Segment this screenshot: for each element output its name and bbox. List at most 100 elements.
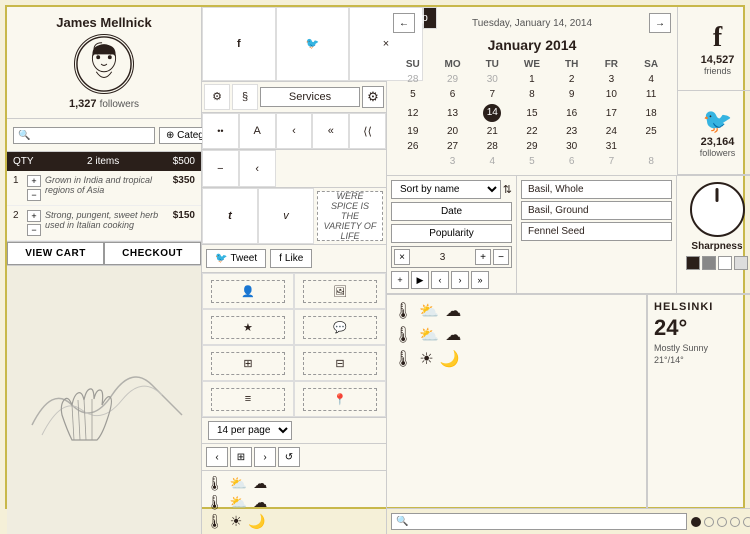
- services-input[interactable]: Services: [260, 87, 360, 107]
- gear-button[interactable]: ⚙: [362, 86, 384, 108]
- cal-day[interactable]: [393, 154, 433, 169]
- qty-decrease-2[interactable]: −: [27, 224, 41, 236]
- cal-day[interactable]: 8: [631, 154, 671, 169]
- cal-day[interactable]: 30: [552, 139, 592, 154]
- cal-day[interactable]: 11: [631, 87, 671, 102]
- tweet-button[interactable]: 🐦 Tweet: [206, 249, 266, 268]
- bottom-search-input[interactable]: [391, 513, 687, 530]
- media-end-button[interactable]: »: [471, 271, 489, 289]
- swatch-light[interactable]: [718, 256, 732, 270]
- vine-icon-cell[interactable]: v: [258, 188, 314, 244]
- cal-day[interactable]: [631, 139, 671, 154]
- cal-day[interactable]: 24: [592, 124, 632, 139]
- swatch-dark[interactable]: [686, 256, 700, 270]
- swatch-medium[interactable]: [702, 256, 716, 270]
- location-widget[interactable]: 📍: [294, 381, 386, 417]
- stepper-close-button[interactable]: ×: [394, 249, 410, 265]
- popularity-filter-button[interactable]: Popularity: [391, 224, 512, 243]
- qty-decrease-1[interactable]: −: [27, 189, 41, 201]
- cal-day[interactable]: 17: [592, 102, 632, 124]
- sharpness-knob[interactable]: [690, 182, 745, 237]
- prev-page-button[interactable]: ‹: [206, 447, 228, 467]
- cal-day[interactable]: 4: [631, 72, 671, 87]
- checkout-button[interactable]: CHECKOUT: [104, 242, 201, 265]
- spice-item-2[interactable]: Basil, Ground: [521, 201, 672, 220]
- cal-day[interactable]: 7: [592, 154, 632, 169]
- like-button[interactable]: f Like: [270, 249, 312, 268]
- cal-day[interactable]: 22: [512, 124, 552, 139]
- cal-day[interactable]: 16: [552, 102, 592, 124]
- per-page-select[interactable]: 7 per page 14 per page 28 per page: [208, 421, 292, 440]
- photo-widget[interactable]: 🖼: [294, 273, 386, 309]
- radio-dot-2[interactable]: [704, 517, 714, 527]
- swatch-pale[interactable]: [734, 256, 748, 270]
- radio-dot-1[interactable]: [691, 517, 701, 527]
- cal-day[interactable]: 30: [472, 72, 512, 87]
- cal-day[interactable]: 21: [472, 124, 512, 139]
- date-filter-button[interactable]: Date: [391, 202, 512, 221]
- share-icon-cell[interactable]: §: [232, 84, 258, 110]
- cal-day[interactable]: 3: [433, 154, 473, 169]
- star-widget[interactable]: ★: [202, 309, 294, 345]
- cal-day[interactable]: 10: [592, 87, 632, 102]
- cal-day[interactable]: 20: [433, 124, 473, 139]
- next-page-button[interactable]: ›: [254, 447, 276, 467]
- back2-icon-cell[interactable]: «: [312, 113, 349, 150]
- media-next-button[interactable]: ›: [451, 271, 469, 289]
- cal-day[interactable]: 28: [393, 72, 433, 87]
- cal-day[interactable]: 5: [512, 154, 552, 169]
- media-prev-button[interactable]: +: [391, 271, 409, 289]
- stepper-decrease-button[interactable]: −: [493, 249, 509, 265]
- twitter-icon-cell[interactable]: 🐦: [276, 7, 350, 81]
- cal-day[interactable]: 19: [393, 124, 433, 139]
- back-icon-cell[interactable]: ‹: [276, 113, 313, 150]
- cal-day[interactable]: 1: [512, 72, 552, 87]
- settings-icon-cell[interactable]: ⚙: [204, 84, 230, 110]
- list-widget[interactable]: ⊟: [294, 345, 386, 381]
- cal-prev-button[interactable]: ←: [393, 13, 415, 33]
- text-icon-cell[interactable]: A: [239, 113, 276, 150]
- ellipsis-icon-cell[interactable]: ••: [202, 113, 239, 150]
- minus-icon-cell[interactable]: −: [202, 150, 239, 187]
- cal-day[interactable]: 29: [433, 72, 473, 87]
- tumblr-icon-cell[interactable]: t: [202, 188, 258, 244]
- cal-day[interactable]: 27: [433, 139, 473, 154]
- back3-icon-cell[interactable]: ‹: [239, 150, 276, 187]
- media-play-button[interactable]: ▶: [411, 271, 429, 289]
- cal-day[interactable]: 5: [393, 87, 433, 102]
- cal-day[interactable]: 8: [512, 87, 552, 102]
- qty-increase-2[interactable]: +: [27, 210, 41, 222]
- cal-day[interactable]: 28: [472, 139, 512, 154]
- radio-dot-3[interactable]: [717, 517, 727, 527]
- grid-widget[interactable]: ⊞: [202, 345, 294, 381]
- list2-widget[interactable]: ≡: [202, 381, 294, 417]
- cal-day[interactable]: 4: [472, 154, 512, 169]
- cal-day[interactable]: 26: [393, 139, 433, 154]
- cal-next-button[interactable]: →: [649, 13, 671, 33]
- spice-item-1[interactable]: Basil, Whole: [521, 180, 672, 199]
- refresh-button[interactable]: ↺: [278, 447, 300, 467]
- cal-day[interactable]: 29: [512, 139, 552, 154]
- cal-day[interactable]: 9: [552, 87, 592, 102]
- spice-item-3[interactable]: Fennel Seed: [521, 222, 672, 241]
- cal-day[interactable]: 25: [631, 124, 671, 139]
- backfull-icon-cell[interactable]: ⟨⟨: [349, 113, 386, 150]
- cal-day[interactable]: 6: [552, 154, 592, 169]
- view-cart-button[interactable]: VIEW CART: [7, 242, 104, 265]
- cal-day[interactable]: 15: [512, 102, 552, 124]
- chat-widget[interactable]: 💬: [294, 309, 386, 345]
- cal-day[interactable]: 3: [592, 72, 632, 87]
- media-back-button[interactable]: ‹: [431, 271, 449, 289]
- facebook-icon-cell[interactable]: f: [202, 7, 276, 81]
- cal-day[interactable]: 18: [631, 102, 671, 124]
- cal-day[interactable]: 23: [552, 124, 592, 139]
- cal-day[interactable]: 12: [393, 102, 433, 124]
- search-input[interactable]: [13, 127, 155, 144]
- grid-view-button[interactable]: ⊞: [230, 447, 252, 467]
- cal-day[interactable]: 2: [552, 72, 592, 87]
- cal-day[interactable]: 7: [472, 87, 512, 102]
- stepper-increase-button[interactable]: +: [475, 249, 491, 265]
- cal-day[interactable]: 31: [592, 139, 632, 154]
- radio-dot-5[interactable]: [743, 517, 750, 527]
- cal-today-cell[interactable]: 14: [472, 102, 512, 124]
